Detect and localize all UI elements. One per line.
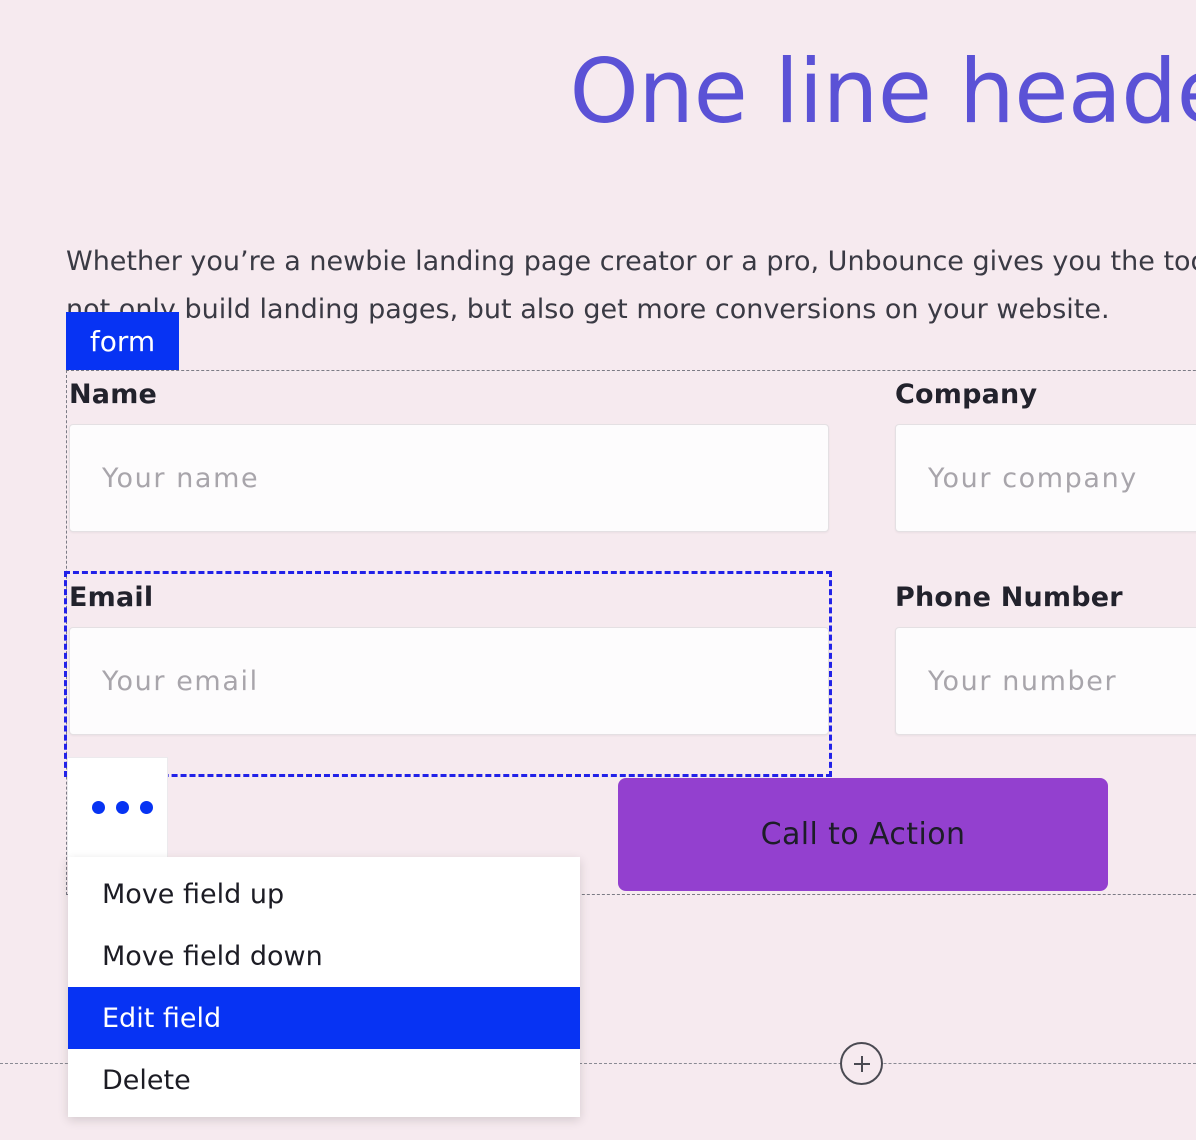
kebab-menu-icon-dot: [116, 801, 129, 814]
name-input[interactable]: Your name: [69, 424, 829, 532]
field-context-menu[interactable]: Move field up Move field down Edit field…: [68, 857, 580, 1117]
field-label-name: Name: [69, 379, 158, 410]
form-field-name[interactable]: Name Your name: [67, 371, 829, 571]
field-label-company: Company: [895, 379, 1038, 410]
kebab-menu-icon-dot: [140, 801, 153, 814]
intro-paragraph[interactable]: Whether you’re a newbie landing page cre…: [66, 238, 1196, 334]
call-to-action-button[interactable]: Call to Action: [618, 778, 1108, 891]
form-element-badge[interactable]: form: [66, 312, 179, 370]
field-label-email: Email: [69, 582, 154, 613]
field-label-phone-number: Phone Number: [895, 582, 1123, 613]
form-row: Email Your email Phone Number Your numbe…: [64, 571, 1196, 777]
email-input[interactable]: Your email: [69, 627, 829, 735]
plus-icon: [853, 1055, 870, 1072]
phone-input[interactable]: Your number: [895, 627, 1196, 735]
menu-item-move-field-down[interactable]: Move field down: [68, 925, 580, 987]
form-field-email[interactable]: Email Your email: [64, 571, 832, 777]
company-input[interactable]: Your company: [895, 424, 1196, 532]
menu-item-delete[interactable]: Delete: [68, 1049, 580, 1111]
company-input-placeholder: Your company: [928, 462, 1138, 494]
form-field-phone[interactable]: Phone Number Your number: [893, 574, 1196, 774]
form-row: Name Your name Company Your company: [67, 371, 1196, 571]
kebab-menu-icon-dot: [92, 801, 105, 814]
email-input-placeholder: Your email: [102, 665, 259, 697]
menu-item-edit-field[interactable]: Edit field: [68, 987, 580, 1049]
field-options-button[interactable]: [67, 757, 168, 858]
phone-input-placeholder: Your number: [928, 665, 1118, 697]
page-title[interactable]: One line header: [66, 48, 1196, 136]
page-canvas: One line header Whether you’re a newbie …: [0, 0, 1196, 1140]
menu-item-move-field-up[interactable]: Move field up: [68, 863, 580, 925]
name-input-placeholder: Your name: [102, 462, 260, 494]
form-field-company[interactable]: Company Your company: [893, 371, 1196, 571]
add-section-button[interactable]: [840, 1042, 883, 1085]
